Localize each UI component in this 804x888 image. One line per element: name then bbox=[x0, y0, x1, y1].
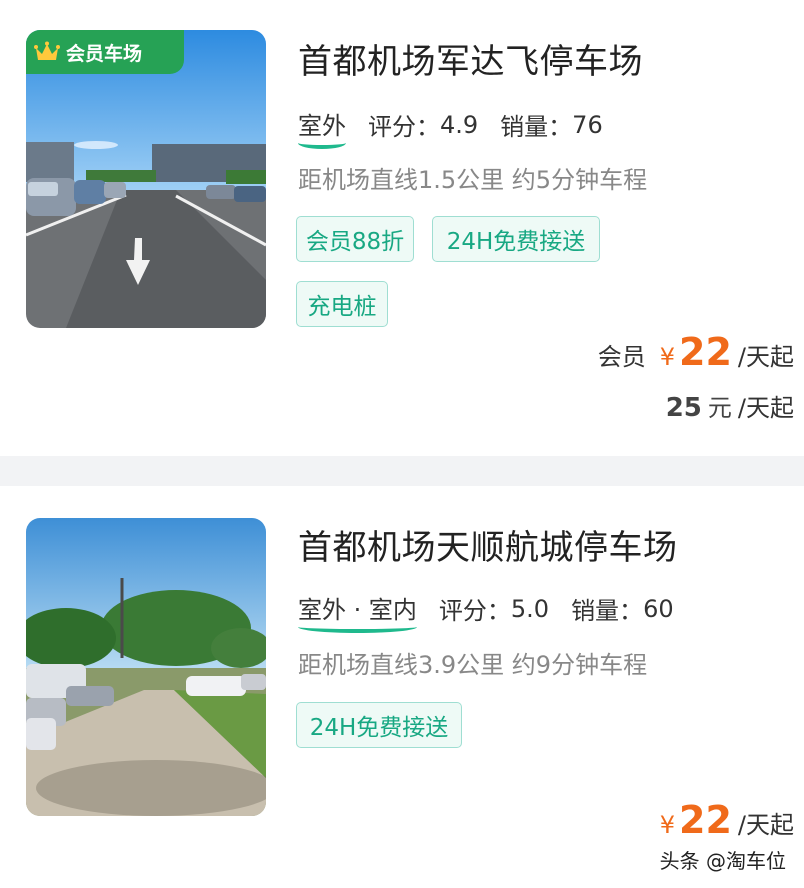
member-parking-badge: 会员车场 bbox=[26, 30, 184, 74]
normal-price-value: 25 bbox=[665, 393, 702, 423]
price-value: 22 bbox=[679, 798, 732, 842]
currency-symbol: ¥ bbox=[659, 811, 676, 839]
tag-charging-station: 充电桩 bbox=[296, 281, 388, 327]
price: ¥ 22 /天起 bbox=[660, 798, 794, 842]
parking-lot-name[interactable]: 首都机场军达飞停车场 bbox=[298, 34, 643, 83]
rating-label: 评分： bbox=[368, 113, 440, 141]
crown-icon bbox=[34, 41, 60, 60]
listing-meta: 室外 · 室内 评分： 5.0 销量： 60 bbox=[298, 590, 674, 633]
sales-label: 销量： bbox=[500, 113, 573, 141]
tag-free-shuttle: 24H免费接送 bbox=[432, 216, 600, 262]
listing-meta: 室外 评分： 4.9 销量： 76 bbox=[298, 106, 603, 149]
parking-lot-photo[interactable]: 会员车场 bbox=[26, 30, 266, 328]
normal-price: 25 元 /天起 bbox=[666, 388, 794, 423]
tag-free-shuttle: 24H免费接送 bbox=[296, 702, 462, 748]
tag-member-discount: 会员88折 bbox=[296, 216, 414, 262]
normal-price-currency: 元 bbox=[707, 394, 732, 422]
location-type: 室外 · 室内 bbox=[298, 590, 417, 633]
parking-lot-image bbox=[26, 518, 266, 816]
location-type: 室外 bbox=[298, 106, 346, 149]
parking-listing-card[interactable]: 会员车场 首都机场军达飞停车场 室外 评分： 4.9 销量： 76 距机场直线1… bbox=[0, 0, 804, 456]
rating-value: 5.0 bbox=[510, 594, 550, 623]
normal-price-unit: /天起 bbox=[737, 394, 794, 422]
member-price-value: 22 bbox=[679, 330, 732, 374]
sales-value: 60 bbox=[643, 594, 674, 623]
parking-lot-name[interactable]: 首都机场天顺航城停车场 bbox=[298, 520, 678, 569]
price-unit: /天起 bbox=[737, 343, 794, 371]
parking-lot-image bbox=[26, 30, 266, 328]
rating-label: 评分： bbox=[438, 597, 511, 625]
currency-symbol: ¥ bbox=[659, 343, 676, 371]
sales-value: 76 bbox=[572, 110, 603, 139]
rating-value: 4.9 bbox=[440, 110, 479, 139]
member-price: 会员 ¥ 22 /天起 bbox=[598, 330, 794, 374]
parking-lot-photo[interactable] bbox=[26, 518, 266, 816]
member-price-label: 会员 bbox=[597, 343, 646, 371]
sales-label: 销量： bbox=[571, 597, 644, 625]
badge-label: 会员车场 bbox=[66, 42, 143, 65]
price-unit: /天起 bbox=[737, 811, 794, 839]
distance-info: 距机场直线1.5公里 约5分钟车程 bbox=[298, 166, 648, 194]
distance-info: 距机场直线3.9公里 约9分钟车程 bbox=[298, 651, 648, 679]
parking-listing-card[interactable]: 首都机场天顺航城停车场 室外 · 室内 评分： 5.0 销量： 60 距机场直线… bbox=[0, 486, 804, 888]
watermark: 头条 @淘车位 bbox=[659, 849, 786, 873]
